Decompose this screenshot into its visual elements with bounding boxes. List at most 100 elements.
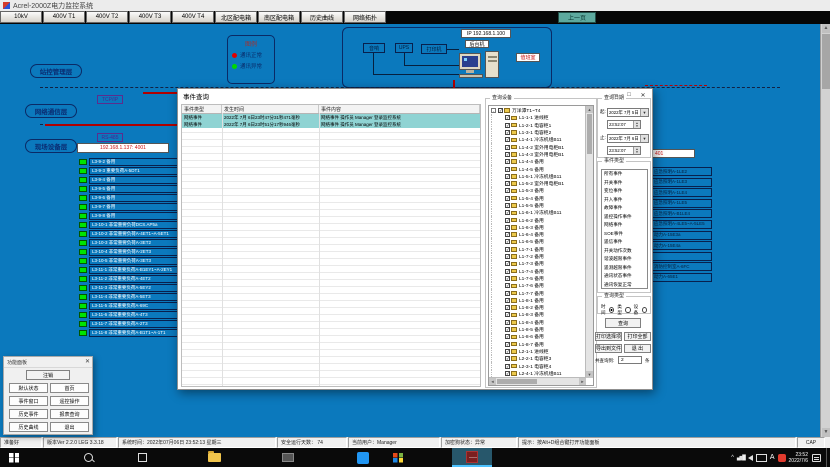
device-row[interactable]: L3-10-5 非常重要负荷A-3ET3 xyxy=(79,256,179,265)
tree-item-label[interactable]: L1-5-1 冷冻机组B11 xyxy=(519,173,562,180)
tree-item-row[interactable]: L1-4-2 室外用电柜B1 xyxy=(491,143,585,150)
checkbox-checked-icon[interactable] xyxy=(505,115,510,120)
tree-item-label[interactable]: L1-7-4 备用 xyxy=(519,268,544,275)
query-button[interactable]: 查询 xyxy=(605,318,641,328)
event-type-option[interactable]: 变位事件 xyxy=(602,187,647,196)
tree-item-label[interactable]: L1-8-4 备用 xyxy=(519,319,544,326)
device-row[interactable]: 应急照明A-B1LE4 xyxy=(652,209,712,218)
tree-item-label[interactable]: L1-6-5 备用 xyxy=(519,238,544,245)
checkbox-checked-icon[interactable] xyxy=(505,312,510,317)
tree-item-label[interactable]: L1-6-2 备用 xyxy=(519,217,544,224)
tree-item-label[interactable]: L1-7-3 备用 xyxy=(519,260,544,267)
scroll-up-icon[interactable]: ▲ xyxy=(822,24,830,33)
tree-item-row[interactable]: L1-7-7 备用 xyxy=(491,289,585,296)
tree-item-row[interactable]: L1-4-1 冷冻机组B11 xyxy=(491,136,585,143)
tree-item-row[interactable]: L1-7-1 备用 xyxy=(491,246,585,253)
taskbar-app-button-2[interactable] xyxy=(355,450,371,465)
tree-item-label[interactable]: L2-4-1 冷冻机组B11 xyxy=(519,370,562,377)
tree-item-row[interactable]: L2-4-1 冷冻机组B11 xyxy=(491,370,585,377)
checkbox-checked-icon[interactable] xyxy=(505,320,510,325)
device-row[interactable]: L3-11-1 非常重要负荷A-B1EY1~A-2EY1 xyxy=(79,265,179,274)
tree-item-row[interactable]: L1-7-5 备用 xyxy=(491,275,585,282)
function-button[interactable]: 历史曲线 xyxy=(9,422,48,432)
checkbox-checked-icon[interactable] xyxy=(505,159,510,164)
show-desktop-button[interactable] xyxy=(826,448,830,467)
function-button[interactable]: 退出 xyxy=(50,422,89,432)
device-row[interactable]: 动力A-15E3a xyxy=(652,231,712,240)
checkbox-checked-icon[interactable] xyxy=(505,218,510,223)
checkbox-checked-icon[interactable] xyxy=(505,269,510,274)
device-tree[interactable]: - 万洋潭T1~T4 L1-1-1 进线柜 xyxy=(488,105,594,386)
action-center-button[interactable] xyxy=(812,454,821,462)
tree-item-row[interactable]: L1-3-1 电容柜2 xyxy=(491,129,585,136)
function-button[interactable]: 报表查询 xyxy=(50,409,89,419)
device-row[interactable]: L3-9-4 备用 xyxy=(79,175,179,184)
tree-item-label[interactable]: L1-8-7 备用 xyxy=(519,341,544,348)
file-explorer-button[interactable] xyxy=(206,450,222,465)
checkbox-checked-icon[interactable] xyxy=(505,232,510,237)
field-layer-button[interactable]: 现场设备层 xyxy=(25,139,77,153)
tree-vertical-scrollbar[interactable]: ▲ ▼ xyxy=(585,106,593,378)
device-row[interactable]: 消防控制室A-6FC xyxy=(652,262,712,271)
ime-red-icon[interactable] xyxy=(778,454,786,462)
event-type-option[interactable]: 网络事件 xyxy=(602,221,647,230)
event-type-option[interactable]: 遥信事件 xyxy=(602,238,647,247)
device-row[interactable]: L3-9-2 备用 xyxy=(79,157,179,166)
tree-item-label[interactable]: L2-2-1 电容柜3 xyxy=(519,355,551,362)
tree-item-label[interactable]: L1-7-5 备用 xyxy=(519,275,544,282)
event-type-option[interactable]: 谐波越限事件 xyxy=(602,255,647,264)
tree-item-row[interactable]: L1-6-3 备用 xyxy=(491,224,585,231)
tree-item-label[interactable]: L1-8-6 备用 xyxy=(519,333,544,340)
tree-item-row[interactable]: L1-7-4 备用 xyxy=(491,268,585,275)
device-row[interactable]: L3-11-8 非常重要负荷A-B1T1~A-1T1 xyxy=(79,328,179,337)
active-app-button[interactable] xyxy=(452,448,492,467)
tree-item-row[interactable]: L1-4-5 备用 xyxy=(491,165,585,172)
function-panel-title-bar[interactable]: 功能面板 xyxy=(4,357,92,368)
scroll-down-icon[interactable]: ▼ xyxy=(822,428,830,437)
event-type-option[interactable]: 通讯状态事件 xyxy=(602,272,647,281)
search-button[interactable] xyxy=(80,450,96,465)
radio-type[interactable]: 类型 xyxy=(617,304,630,316)
tree-item-row[interactable]: L1-5-1 冷冻机组B11 xyxy=(491,173,585,180)
station-layer-button[interactable]: 站控管理层 xyxy=(30,64,82,78)
checkbox-checked-icon[interactable] xyxy=(505,371,510,376)
tree-item-row[interactable]: L1-7-3 备用 xyxy=(491,260,585,267)
tree-item-row[interactable]: L2-3-1 电容柜4 xyxy=(491,362,585,369)
tree-item-row[interactable]: L1-8-4 备用 xyxy=(491,319,585,326)
event-type-option[interactable]: 开关事件 xyxy=(602,179,647,188)
checkbox-checked-icon[interactable] xyxy=(505,181,510,186)
volume-icon[interactable] xyxy=(748,455,753,461)
from-date-combo[interactable]: 2022年 7月 5日 ▼ xyxy=(607,108,649,117)
device-row[interactable]: 动力A-15E4a xyxy=(652,241,712,250)
tree-item-label[interactable]: L1-4-4 备用 xyxy=(519,158,544,165)
radio-device[interactable]: 设备 xyxy=(634,304,647,316)
print-all-button[interactable]: 打印全部 xyxy=(624,332,651,341)
event-type-option[interactable]: 开关动作次数 xyxy=(602,247,647,256)
device-row[interactable]: 应急照明A-1LE2 xyxy=(652,167,712,176)
event-type-option[interactable]: 通讯恢复正常 xyxy=(602,281,647,290)
checkbox-checked-icon[interactable] xyxy=(505,305,510,310)
scrollbar-thumb[interactable] xyxy=(822,34,830,89)
checkbox-checked-icon[interactable] xyxy=(505,364,510,369)
screen-tab[interactable]: 南区配电箱 xyxy=(258,11,300,23)
print-selected-button[interactable]: 打印选择项 xyxy=(595,332,622,341)
checkbox-checked-icon[interactable] xyxy=(505,225,510,230)
table-row[interactable]: 网络事件 2022年 7月 6日23时51分17秒946毫秒 网络事件 操作员 … xyxy=(182,121,480,128)
tree-item-label[interactable]: L1-7-7 备用 xyxy=(519,290,544,297)
screen-tab[interactable]: 400V T2 xyxy=(86,11,128,23)
device-row[interactable]: L3-9-6 备用 xyxy=(79,193,179,202)
checkbox-checked-icon[interactable] xyxy=(505,349,510,354)
spinner-icon[interactable]: ▲▼ xyxy=(633,121,640,128)
device-row[interactable]: L3-9-8 备用 xyxy=(79,211,179,220)
tree-horizontal-scrollbar[interactable]: ◄ ► xyxy=(489,377,586,385)
tree-item-label[interactable]: L1-5-5 备用 xyxy=(519,202,544,209)
device-row[interactable] xyxy=(652,252,712,261)
close-icon[interactable] xyxy=(85,358,90,365)
device-row[interactable]: 动力A-65E1 xyxy=(652,273,712,282)
collapse-icon[interactable]: - xyxy=(491,108,496,113)
tree-item-row[interactable]: L1-4-3 室外用电柜B1 xyxy=(491,151,585,158)
tree-item-row[interactable]: L1-6-1 冷冻机组B11 xyxy=(491,209,585,216)
device-row[interactable]: L3-10-2 非常重要负荷A-4ET1~A-5ET1 xyxy=(79,229,179,238)
tree-item-row[interactable]: L1-5-2 室外用电柜B1 xyxy=(491,180,585,187)
tree-item-row[interactable]: L1-5-4 备用 xyxy=(491,195,585,202)
